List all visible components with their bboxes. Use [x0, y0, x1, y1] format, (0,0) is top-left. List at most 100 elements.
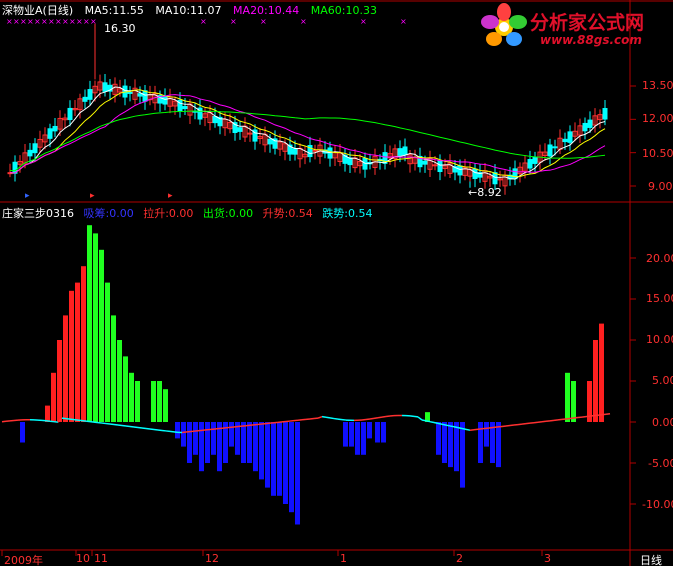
price-tick: 10.50 — [642, 147, 673, 160]
chuhuo-bar — [460, 422, 465, 488]
lasheng-bar — [63, 315, 68, 422]
candle-body — [162, 96, 168, 105]
xishou-bar — [87, 225, 92, 422]
signal-marker: × — [48, 17, 55, 26]
candle-body — [512, 168, 518, 180]
lasheng-bar — [75, 282, 80, 422]
ma60-line — [9, 110, 606, 172]
signal-marker: × — [400, 17, 407, 26]
trend-line-segment — [425, 420, 431, 423]
xishou-label: 吸筹:0.00 — [83, 207, 134, 220]
ind-tick: 0.00 — [652, 416, 673, 429]
indicator-name[interactable]: 庄家三步0316 — [2, 207, 74, 220]
dieshi-label: 跌势:0.54 — [322, 207, 373, 220]
candle-body — [457, 165, 463, 176]
candle-body — [212, 115, 218, 124]
candle-body — [432, 164, 438, 167]
xishou-bar — [123, 356, 128, 422]
high-annotation: 16.30 — [104, 22, 136, 35]
candle-body — [547, 144, 553, 157]
xishou-bar — [135, 381, 140, 422]
candle-body — [267, 138, 273, 145]
chuhuo-bar — [253, 422, 258, 472]
ind-tick: 20.00 — [646, 252, 673, 265]
trend-line-segment — [381, 415, 387, 418]
candle-body — [27, 149, 33, 157]
chuhuo-bar — [20, 422, 25, 443]
candle-body — [67, 107, 73, 121]
candle-body — [587, 119, 593, 128]
trend-line-segment — [461, 427, 467, 431]
signal-marker: × — [300, 17, 307, 26]
lasheng-bar — [599, 323, 604, 422]
signal-marker: × — [69, 17, 76, 26]
trend-line-segment — [429, 420, 435, 424]
signal-marker: × — [34, 17, 41, 26]
candle-body — [142, 90, 148, 102]
price-tick: 13.50 — [642, 79, 673, 92]
candle-body — [82, 96, 88, 102]
chuhuo-bar — [241, 422, 246, 463]
date-tick: 10 — [76, 552, 90, 565]
candle-body — [127, 91, 133, 94]
candle-body — [397, 148, 403, 156]
trend-line-segment — [433, 421, 439, 425]
date-tick: 3 — [544, 552, 551, 565]
signal-arrow-icon: ▸ — [25, 191, 30, 201]
price-tick: 9.00 — [648, 180, 673, 193]
trend-line-segment — [321, 415, 327, 419]
date-tick: 11 — [94, 552, 108, 565]
candle-body — [47, 128, 53, 139]
chuhuo-label: 出货:0.00 — [202, 207, 254, 220]
candle-body — [527, 159, 533, 169]
candle-body — [237, 127, 243, 132]
xishou-bar — [151, 381, 156, 422]
candle-body — [52, 125, 58, 132]
chuhuo-bar — [375, 422, 380, 443]
candle-body — [182, 106, 188, 110]
chuhuo-bar — [187, 422, 192, 463]
trend-line-segment — [417, 416, 423, 421]
low-annotation: ←8.92 — [468, 186, 502, 199]
trend-line-segment — [369, 417, 375, 420]
xishou-bar — [111, 315, 116, 422]
chuhuo-bar — [381, 422, 386, 443]
candle-body — [532, 156, 538, 164]
trend-line-segment — [449, 425, 455, 428]
candle-body — [32, 143, 38, 154]
signal-marker: × — [55, 17, 62, 26]
chuhuo-bar — [205, 422, 210, 463]
xishou-bar — [163, 389, 168, 422]
chuhuo-bar — [349, 422, 354, 447]
trend-line-segment — [465, 428, 471, 431]
chuhuo-bar — [448, 422, 453, 468]
chuhuo-bar — [277, 422, 282, 496]
trend-line-segment — [317, 415, 323, 419]
chuhuo-bar — [229, 422, 234, 447]
lasheng-bar — [593, 340, 598, 422]
candle-body — [102, 82, 108, 92]
chuhuo-bar — [484, 422, 489, 447]
chuhuo-bar — [361, 422, 366, 455]
trend-line-segment — [437, 422, 443, 425]
lasheng-bar — [57, 340, 62, 422]
chuhuo-bar — [295, 422, 300, 525]
ma5-line — [9, 86, 606, 180]
signal-marker: × — [76, 17, 83, 26]
xishou-bar — [117, 340, 122, 422]
candle-body — [562, 138, 568, 143]
date-tick: 12 — [205, 552, 219, 565]
trend-line-segment — [377, 416, 383, 419]
trend-line-segment — [329, 417, 335, 420]
chuhuo-bar — [271, 422, 276, 496]
chuhuo-bar — [175, 422, 180, 439]
xishou-bar — [99, 249, 104, 422]
date-tick: 2009年 — [4, 554, 43, 566]
ind-tick: -5.00 — [648, 457, 673, 470]
signal-arrow-icon: ▸ — [90, 191, 95, 201]
candle-body — [602, 108, 608, 120]
period-label[interactable]: 日线 — [640, 552, 662, 566]
chart-canvas[interactable]: × × × × × × × × × × × × × × × × × × ×▸ ▸ ▸ — [0, 0, 673, 566]
candle-body — [347, 157, 353, 166]
trend-line-segment — [421, 419, 427, 422]
